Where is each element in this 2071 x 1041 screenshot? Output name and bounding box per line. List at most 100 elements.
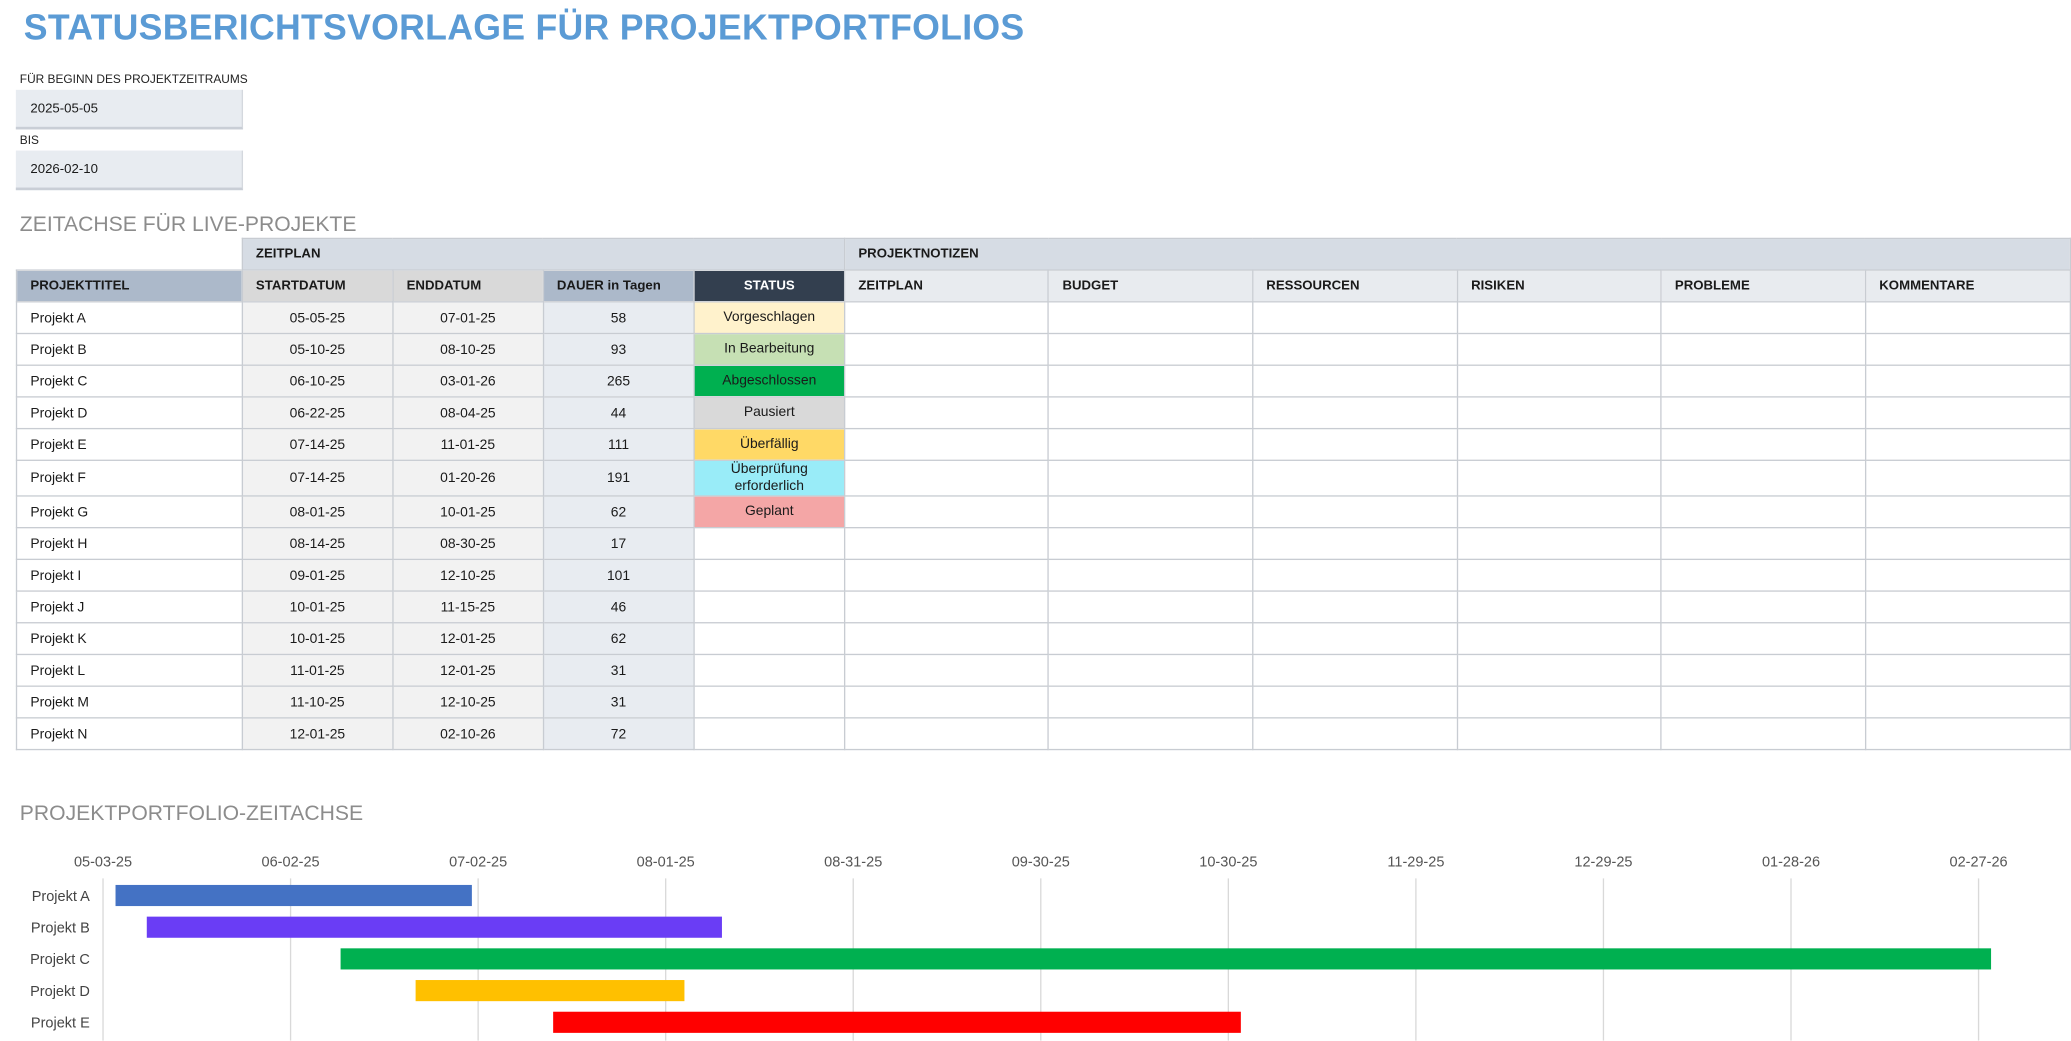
note-cell[interactable] (843, 459, 1050, 497)
note-cell[interactable] (1660, 495, 1867, 529)
note-cell[interactable] (1251, 653, 1458, 687)
gantt-bar[interactable] (340, 948, 1992, 970)
col-header-start[interactable]: STARTDATUM (241, 269, 394, 303)
start-date-cell[interactable]: 08-01-25 (241, 495, 394, 529)
duration-cell[interactable]: 17 (542, 526, 695, 561)
gantt-bar[interactable] (415, 980, 685, 1002)
note-cell[interactable] (1456, 558, 1662, 592)
note-cell[interactable] (843, 717, 1050, 751)
note-cell[interactable] (1251, 332, 1458, 366)
note-cell[interactable] (843, 558, 1050, 592)
note-cell[interactable] (1047, 459, 1254, 497)
status-cell[interactable] (693, 622, 846, 656)
start-date-cell[interactable]: 07-14-25 (241, 459, 394, 497)
note-cell[interactable] (1047, 364, 1254, 398)
note-cell[interactable] (1047, 685, 1254, 719)
status-cell[interactable]: In Bearbeitung (693, 332, 846, 366)
note-cell[interactable] (1047, 558, 1254, 592)
note-cell[interactable] (1864, 364, 2071, 398)
status-cell[interactable]: Geplant (693, 495, 846, 529)
end-date-cell[interactable]: 11-15-25 (392, 590, 544, 624)
project-title-cell[interactable]: Projekt D (15, 396, 243, 430)
note-cell[interactable] (1047, 301, 1254, 335)
col-header-duration[interactable]: DAUER in Tagen (542, 269, 695, 303)
gantt-bar[interactable] (115, 884, 472, 907)
note-cell[interactable] (1251, 427, 1458, 461)
project-title-cell[interactable]: Projekt K (15, 622, 243, 656)
note-cell[interactable] (843, 301, 1050, 335)
note-cell[interactable] (1660, 459, 1867, 497)
start-date-cell[interactable]: 11-10-25 (241, 685, 394, 719)
project-title-cell[interactable]: Projekt M (15, 685, 243, 719)
note-cell[interactable] (1251, 685, 1458, 719)
note-cell[interactable] (1456, 396, 1662, 430)
start-date-cell[interactable]: 05-10-25 (241, 332, 394, 366)
col-header-status[interactable]: STATUS (693, 269, 846, 303)
status-cell[interactable]: Vorgeschlagen (693, 301, 846, 335)
start-date-cell[interactable]: 07-14-25 (241, 427, 394, 461)
note-cell[interactable] (1047, 717, 1254, 751)
note-cell[interactable] (1251, 558, 1458, 592)
note-cell[interactable] (1864, 427, 2071, 461)
note-cell[interactable] (1864, 558, 2071, 592)
note-cell[interactable] (843, 590, 1050, 624)
status-cell[interactable] (693, 717, 846, 751)
period-end-field[interactable]: 2026-02-10 (15, 150, 244, 191)
note-cell[interactable] (1456, 717, 1662, 751)
note-cell[interactable] (1251, 396, 1458, 430)
note-cell[interactable] (1660, 332, 1867, 366)
note-cell[interactable] (1456, 301, 1662, 335)
col-header-risks[interactable]: RISIKEN (1456, 269, 1662, 303)
status-cell[interactable]: Überprüfung erforderlich (693, 459, 846, 497)
duration-cell[interactable]: 93 (542, 332, 695, 366)
note-cell[interactable] (1660, 364, 1867, 398)
project-title-cell[interactable]: Projekt H (15, 526, 243, 561)
note-cell[interactable] (1047, 396, 1254, 430)
note-cell[interactable] (1864, 526, 2071, 561)
end-date-cell[interactable]: 01-20-26 (392, 459, 544, 497)
project-title-cell[interactable]: Projekt B (15, 332, 243, 366)
note-cell[interactable] (843, 653, 1050, 687)
note-cell[interactable] (1660, 717, 1867, 751)
note-cell[interactable] (843, 526, 1050, 561)
project-title-cell[interactable]: Projekt C (15, 364, 243, 398)
col-header-end[interactable]: ENDDATUM (392, 269, 544, 303)
note-cell[interactable] (1047, 622, 1254, 656)
project-title-cell[interactable]: Projekt I (15, 558, 243, 592)
note-cell[interactable] (1660, 427, 1867, 461)
note-cell[interactable] (1251, 526, 1458, 561)
note-cell[interactable] (843, 685, 1050, 719)
note-cell[interactable] (1251, 459, 1458, 497)
end-date-cell[interactable]: 12-10-25 (392, 558, 544, 592)
col-header-budget[interactable]: BUDGET (1047, 269, 1254, 303)
start-date-cell[interactable]: 12-01-25 (241, 717, 394, 751)
start-date-cell[interactable]: 06-10-25 (241, 364, 394, 398)
start-date-cell[interactable]: 11-01-25 (241, 653, 394, 687)
note-cell[interactable] (1660, 685, 1867, 719)
note-cell[interactable] (1456, 685, 1662, 719)
status-cell[interactable] (693, 653, 846, 687)
status-cell[interactable] (693, 590, 846, 624)
end-date-cell[interactable]: 10-01-25 (392, 495, 544, 529)
note-cell[interactable] (1864, 590, 2071, 624)
note-cell[interactable] (1251, 301, 1458, 335)
duration-cell[interactable]: 101 (542, 558, 695, 592)
col-header-comments[interactable]: KOMMENTARE (1864, 269, 2071, 303)
duration-cell[interactable]: 46 (542, 590, 695, 624)
note-cell[interactable] (843, 364, 1050, 398)
duration-cell[interactable]: 265 (542, 364, 695, 398)
project-title-cell[interactable]: Projekt G (15, 495, 243, 529)
end-date-cell[interactable]: 12-01-25 (392, 653, 544, 687)
col-header-resources[interactable]: RESSOURCEN (1251, 269, 1458, 303)
note-cell[interactable] (1864, 495, 2071, 529)
note-cell[interactable] (1251, 622, 1458, 656)
note-cell[interactable] (1864, 459, 2071, 497)
note-cell[interactable] (1456, 526, 1662, 561)
status-cell[interactable]: Überfällig (693, 427, 846, 461)
start-date-cell[interactable]: 06-22-25 (241, 396, 394, 430)
note-cell[interactable] (1660, 301, 1867, 335)
gantt-bar[interactable] (146, 916, 722, 938)
start-date-cell[interactable]: 10-01-25 (241, 622, 394, 656)
project-title-cell[interactable]: Projekt L (15, 653, 243, 687)
end-date-cell[interactable]: 12-01-25 (392, 622, 544, 656)
